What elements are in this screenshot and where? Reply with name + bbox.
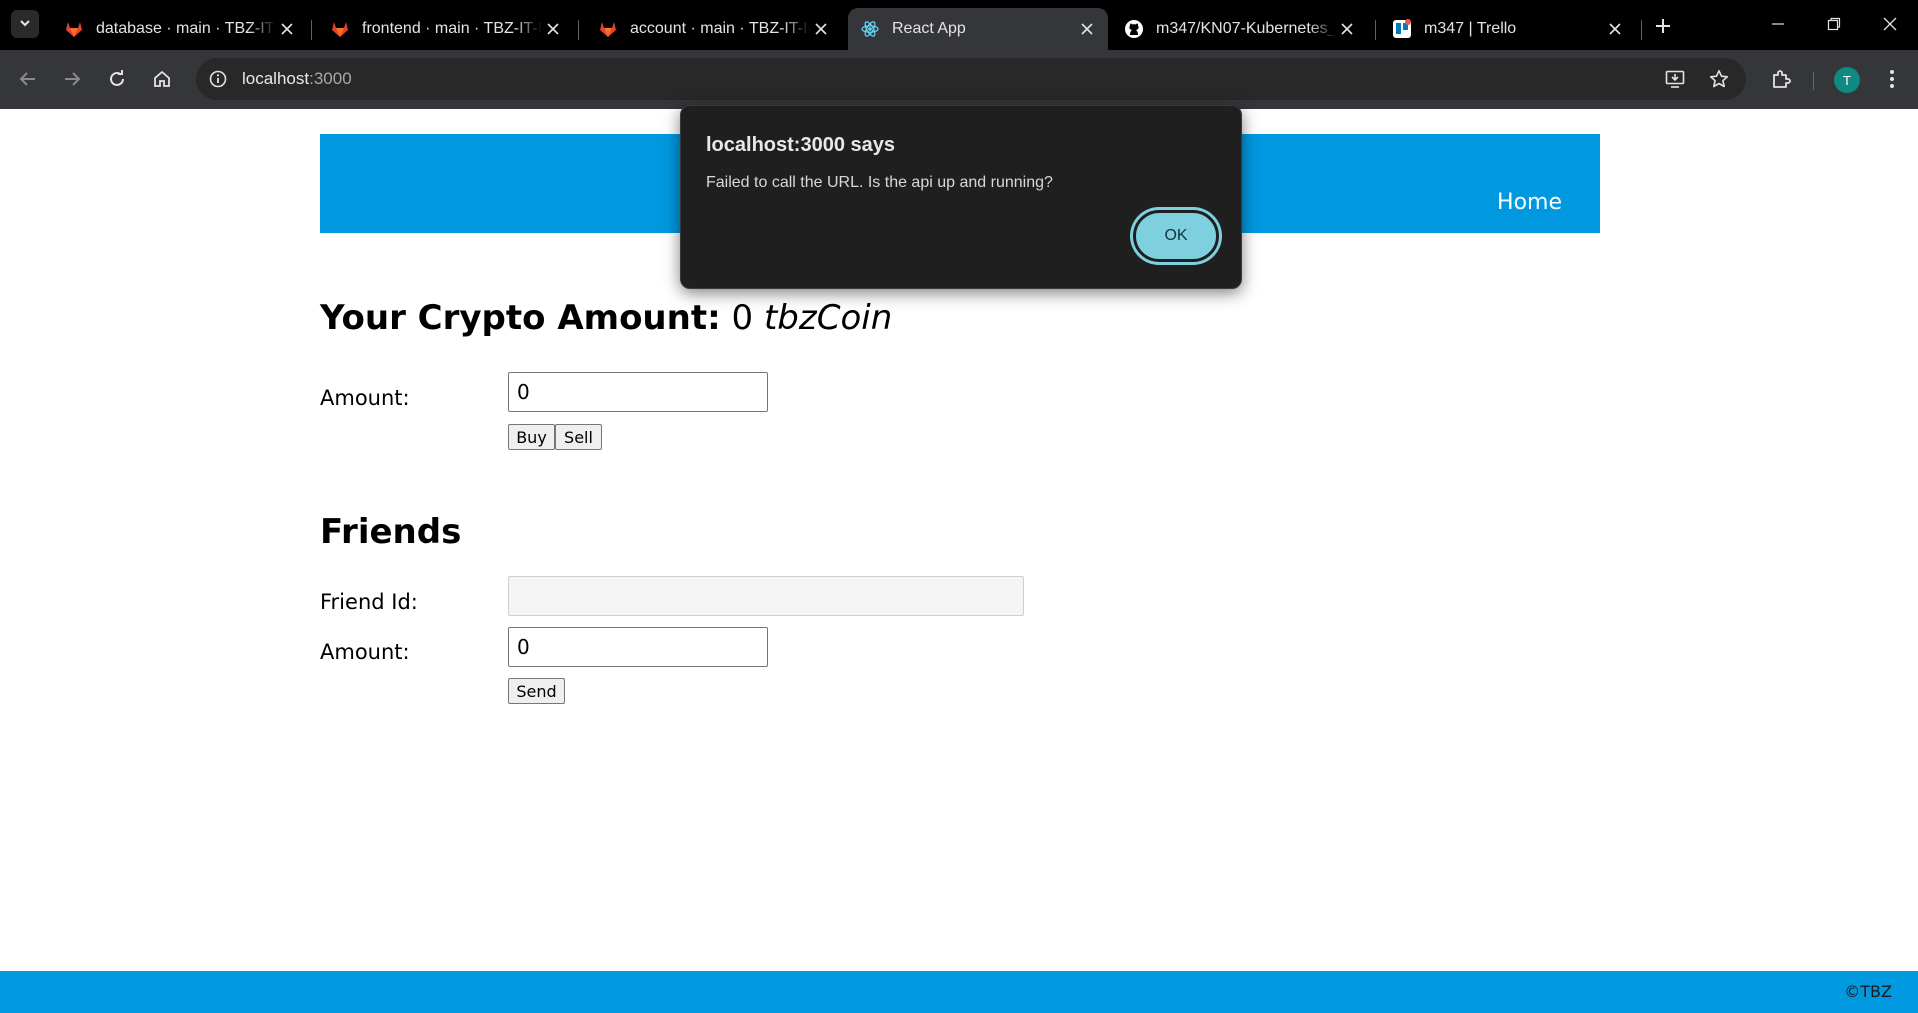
crypto-unit: tbzCoin [763,298,893,338]
tab-title: React App [892,20,966,37]
tab-separator [1375,20,1376,40]
minimize-button[interactable] [1766,12,1790,36]
reload-button[interactable] [102,64,132,94]
new-tab-button[interactable] [1651,14,1675,38]
install-app-icon[interactable] [1663,67,1687,91]
url-host: localhost [242,69,310,88]
tab-title: database · main · TBZ-IT-Infra [96,20,276,37]
friends-heading: Friends [320,512,462,552]
send-button[interactable]: Send [508,678,565,704]
friend-id-label: Friend Id: [320,590,418,614]
footer-copyright: ©TBZ [1844,982,1892,1001]
tab-database[interactable]: database · main · TBZ-IT-Infra [52,8,308,50]
tab-title: m347 | Trello [1424,20,1517,37]
dialog-message: Failed to call the URL. Is the api up an… [706,174,1053,191]
url-port: :3000 [309,69,352,88]
tab-react-app[interactable]: React App [848,8,1108,50]
tab-separator [311,20,312,40]
tab-trello[interactable]: m347 | Trello [1380,8,1636,50]
gitlab-icon [64,19,84,39]
crypto-amount-field-label: Amount: [320,386,410,410]
close-icon[interactable] [810,18,832,40]
restore-button[interactable] [1822,12,1846,36]
sell-button[interactable]: Sell [555,424,602,450]
tab-title: m347/KN07-Kubernetes_2 [1156,20,1336,37]
browser-tab-bar: database · main · TBZ-IT-Infra frontend … [0,0,1918,50]
window-close-button[interactable] [1878,12,1902,36]
bookmark-star-icon[interactable] [1707,67,1731,91]
friend-id-input[interactable] [508,576,1024,616]
github-icon [1124,19,1144,39]
forward-button[interactable] [57,64,87,94]
friend-amount-label: Amount: [320,640,410,664]
buy-button[interactable]: Buy [508,424,555,450]
profile-avatar[interactable]: T [1834,67,1860,93]
gitlab-icon [330,19,350,39]
close-icon[interactable] [1076,18,1098,40]
page-footer: ©TBZ [0,971,1918,1013]
friend-amount-input[interactable]: 0 [508,627,768,667]
chevron-down-icon [18,15,32,34]
home-button[interactable] [147,64,177,94]
more-menu-icon[interactable] [1880,67,1904,91]
browser-toolbar: localhost:3000 [0,50,1918,109]
tab-separator [1641,20,1642,40]
back-button[interactable] [13,64,43,94]
tab-title: frontend · main · TBZ-IT-Infra [362,20,542,37]
extensions-icon[interactable] [1770,67,1794,91]
trello-icon [1392,19,1412,39]
url-text: localhost:3000 [242,69,352,89]
tab-title: account · main · TBZ-IT-Infra [630,20,810,37]
close-icon[interactable] [276,18,298,40]
crypto-amount-value: 0 [731,298,754,338]
toolbar-separator [1813,72,1814,90]
alert-dialog: localhost:3000 says Failed to call the U… [680,105,1242,289]
tab-frontend[interactable]: frontend · main · TBZ-IT-Infra [318,8,574,50]
tab-separator [578,20,579,40]
home-link[interactable]: Home [1497,190,1562,215]
site-info-icon[interactable] [206,67,230,91]
gitlab-icon [598,19,618,39]
tab-github[interactable]: m347/KN07-Kubernetes_2 [1112,8,1368,50]
close-icon[interactable] [542,18,564,40]
close-icon[interactable] [1336,18,1358,40]
ok-button[interactable]: OK [1133,210,1219,262]
close-icon[interactable] [1604,18,1626,40]
dialog-title: localhost:3000 says [706,134,895,156]
address-bar[interactable]: localhost:3000 [196,58,1746,100]
react-icon [860,19,880,39]
tab-search-button[interactable] [11,10,39,38]
crypto-amount-label: Your Crypto Amount: [320,298,721,338]
crypto-amount-input[interactable]: 0 [508,372,768,412]
crypto-amount-heading: Your Crypto Amount: 0 tbzCoin [320,298,892,338]
tab-account[interactable]: account · main · TBZ-IT-Infra [586,8,842,50]
